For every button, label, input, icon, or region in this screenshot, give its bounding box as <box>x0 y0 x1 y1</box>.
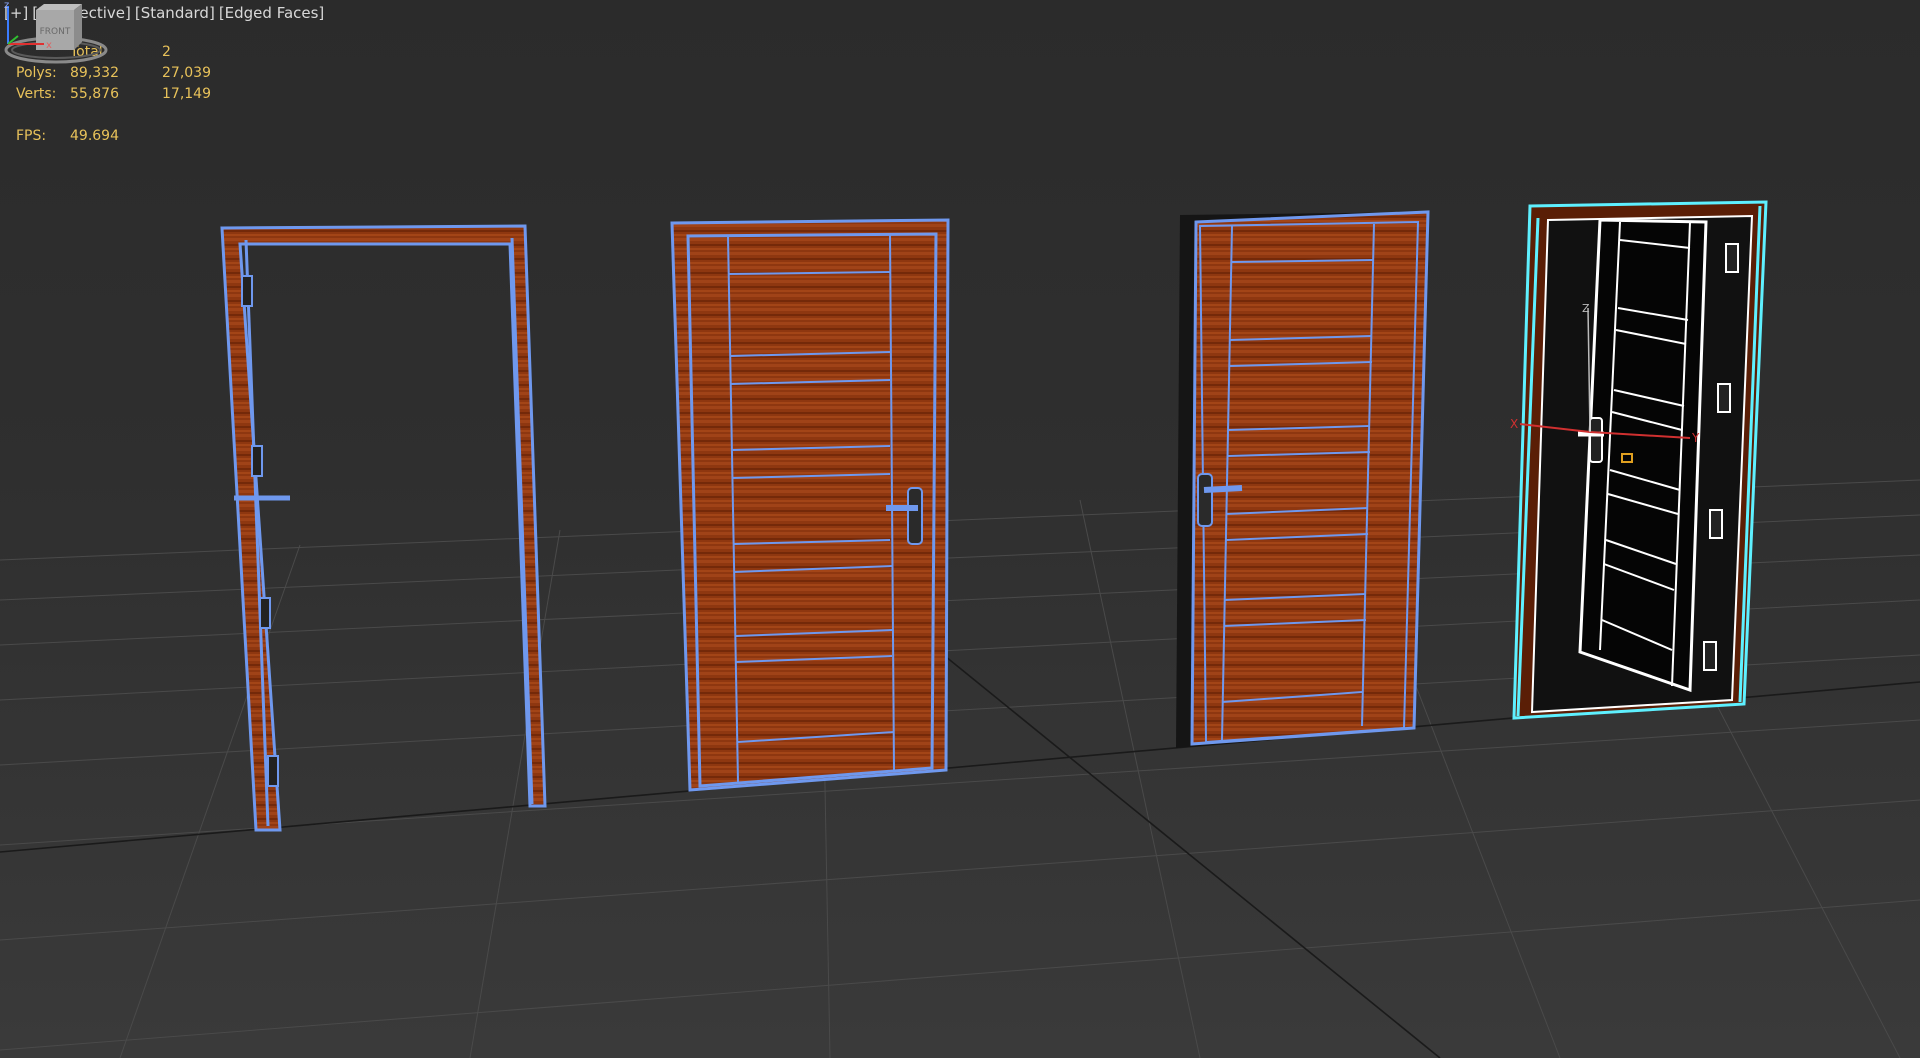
gizmo-y-label: Y <box>1691 431 1700 445</box>
stats-fps-label: FPS: <box>16 128 47 144</box>
stats-verts-selected: 17,149 <box>162 86 211 102</box>
door-frame-only[interactable] <box>220 224 547 832</box>
door-closed-handle-right[interactable] <box>670 218 950 792</box>
stats-selection-count: 2 <box>162 44 171 60</box>
grid-home-axis <box>0 651 1920 1058</box>
viewport-menu-edged-faces[interactable]: [Edged Faces] <box>219 4 324 22</box>
scene-canvas[interactable]: X Y Z <box>0 0 1920 1058</box>
axis-tripod-icon: z x <box>4 0 52 50</box>
gizmo-z-label: Z <box>1582 302 1590 315</box>
gizmo-x-label: X <box>1510 417 1518 431</box>
stats-fps-value: 49.694 <box>70 128 119 144</box>
tripod-z-label: z <box>4 0 9 11</box>
perspective-viewport[interactable]: X Y Z [+] [Perspective] [Standard] [Edge… <box>0 0 1920 1058</box>
tripod-x-label: x <box>46 40 52 50</box>
door-closed-handle-left[interactable] <box>1176 210 1430 748</box>
stats-verts-total: 55,876 <box>70 86 119 102</box>
viewport-menu-shading[interactable]: [Standard] <box>135 4 215 22</box>
stats-polys-selected: 27,039 <box>162 65 211 81</box>
stats-verts-label: Verts: <box>16 86 57 102</box>
door-open-selected[interactable] <box>1512 200 1768 720</box>
